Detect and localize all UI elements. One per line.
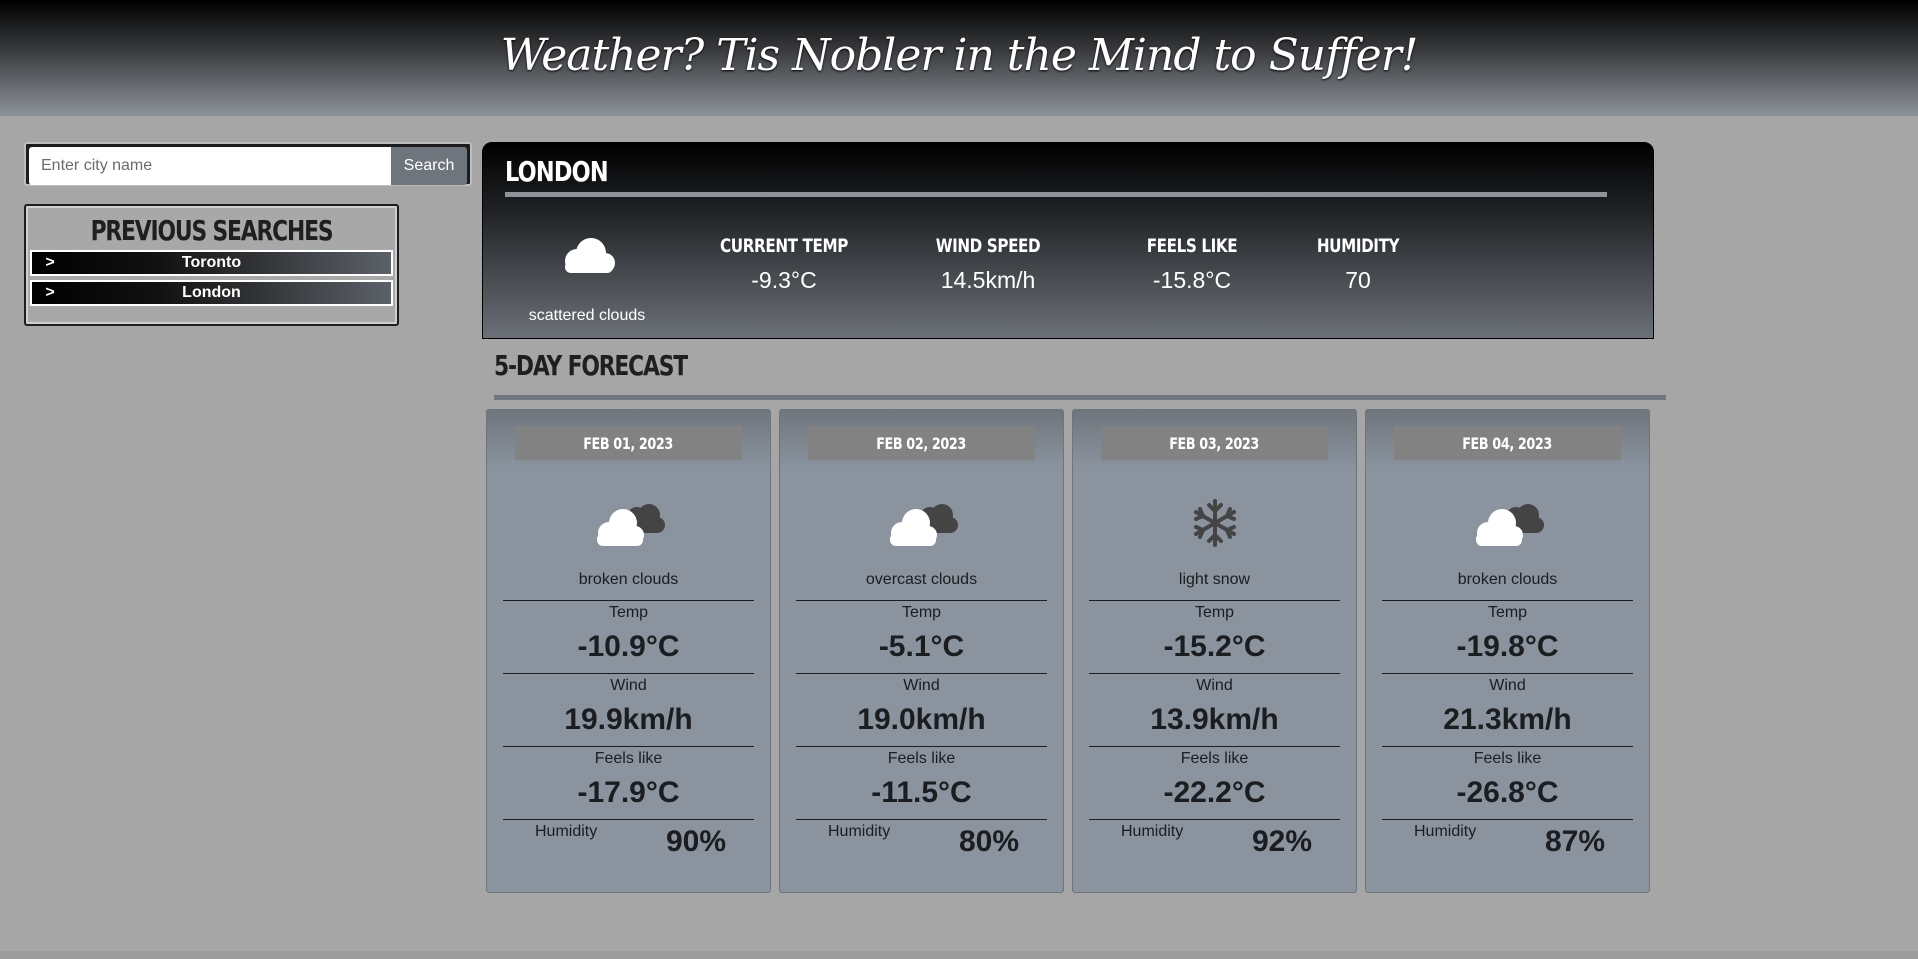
forecast-title: 5-DAY FORECAST [494,349,688,382]
humidity-metric: HUMIDITY 70 [1278,235,1438,294]
divider [796,600,1047,601]
forecast-description: broken clouds [1457,571,1558,588]
feels-value: -11.5°C [871,776,972,809]
forecast-card: FEB 01, 2023 broken clouds Temp -10.9°C … [486,409,771,893]
previous-searches-panel: PREVIOUS SEARCHES > Toronto > London [24,204,399,326]
previous-search-label: London [182,284,241,301]
metric-label: CURRENT TEMP [720,235,848,257]
wind-label: Wind [610,677,647,694]
temp-value: -19.8°C [1456,630,1559,663]
divider [503,746,754,747]
forecast-date: FEB 04, 2023 [1394,426,1621,460]
wind-value: 21.3km/h [1443,703,1572,736]
current-temp-metric: CURRENT TEMP -9.3°C [704,235,864,294]
humidity-value: 90% [665,825,726,858]
divider [503,819,754,820]
feels-value: -17.9°C [577,776,680,809]
broken-clouds-icon [1476,504,1544,546]
divider [1089,600,1340,601]
feels-value: -22.2°C [1163,776,1266,809]
current-description: scattered clouds [528,307,646,324]
site-title: Weather? Tis Nobler in the Mind to Suffe… [500,29,1419,81]
forecast-description: overcast clouds [865,571,978,588]
wind-value: 19.0km/h [857,703,986,736]
previous-search-label: Toronto [181,254,242,271]
wind-value: 19.9km/h [564,703,693,736]
feels-label: Feels like [1473,750,1542,767]
humidity-label: Humidity [535,823,598,840]
forecast-card: FEB 02, 2023 overcast clouds Temp -5.1°C… [779,409,1064,893]
divider [796,673,1047,674]
temp-label: Temp [608,604,649,621]
wind-label: Wind [1196,677,1233,694]
previous-searches-title: PREVIOUS SEARCHES [90,214,334,247]
site-header: Weather? Tis Nobler in the Mind to Suffe… [0,0,1918,116]
feels-value: -26.8°C [1456,776,1559,809]
humidity-value: 80% [958,825,1019,858]
temp-label: Temp [1487,604,1528,621]
current-city-name: LONDON [505,155,609,188]
forecast-card: FEB 03, 2023 light snow Temp -15.2°C Win… [1072,409,1357,893]
snowflake-icon [1194,499,1236,547]
arrow-icon: > [45,254,55,271]
divider [796,819,1047,820]
forecast-description: broken clouds [578,571,679,588]
divider [1382,819,1633,820]
humidity-label: Humidity [1121,823,1184,840]
wind-label: Wind [903,677,940,694]
divider [796,746,1047,747]
feels-like-metric: FEELS LIKE -15.8°C [1112,235,1272,294]
cloud-icon [565,238,615,273]
broken-clouds-icon [597,504,665,546]
metric-label: FEELS LIKE [1146,235,1238,257]
forecast-date: FEB 02, 2023 [808,426,1035,460]
forecast-card: FEB 04, 2023 broken clouds Temp -19.8°C … [1365,409,1650,893]
metric-value: 14.5km/h [940,267,1036,293]
temp-value: -5.1°C [878,630,965,663]
humidity-label: Humidity [1414,823,1477,840]
forecast-description: light snow [1178,571,1251,588]
divider [1382,673,1633,674]
page-footer-line [0,951,1918,959]
wind-value: 13.9km/h [1150,703,1279,736]
metric-value: -15.8°C [1152,267,1232,293]
search-form: Search [24,142,472,186]
wind-label: Wind [1489,677,1526,694]
divider [1089,819,1340,820]
city-divider [505,192,1607,197]
metric-label: HUMIDITY [1316,235,1400,257]
current-weather-panel: LONDON scattered clouds CURRENT TEMP -9.… [482,142,1654,339]
metric-value: 70 [1345,267,1371,293]
feels-label: Feels like [594,750,663,767]
divider [1382,600,1633,601]
forecast-date: FEB 01, 2023 [515,426,742,460]
divider [1089,673,1340,674]
humidity-label: Humidity [828,823,891,840]
divider [1089,746,1340,747]
overcast-clouds-icon [890,504,958,546]
forecast-date: FEB 03, 2023 [1101,426,1328,460]
divider [1382,746,1633,747]
humidity-value: 87% [1544,825,1605,858]
temp-value: -15.2°C [1163,630,1266,663]
arrow-icon: > [45,284,55,301]
temp-label: Temp [1194,604,1235,621]
metric-label: WIND SPEED [935,235,1041,257]
wind-speed-metric: WIND SPEED 14.5km/h [908,235,1068,294]
temp-value: -10.9°C [577,630,680,663]
city-search-input[interactable] [29,147,391,185]
divider [503,600,754,601]
forecast-divider [494,395,1666,400]
previous-search-item-toronto[interactable]: > Toronto [30,250,393,276]
previous-search-item-london[interactable]: > London [30,280,393,306]
temp-label: Temp [901,604,942,621]
metric-value: -9.3°C [751,267,817,293]
humidity-value: 92% [1251,825,1312,858]
search-button[interactable]: Search [391,147,467,185]
feels-label: Feels like [887,750,956,767]
feels-label: Feels like [1180,750,1249,767]
divider [503,673,754,674]
